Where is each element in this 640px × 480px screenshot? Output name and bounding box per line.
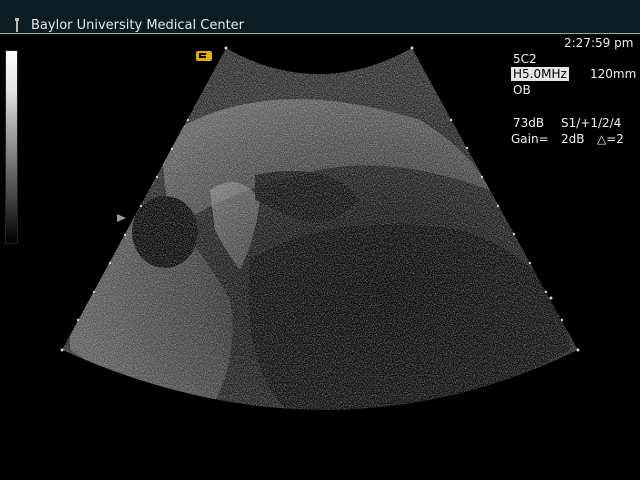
gain-label: Gain=: [511, 132, 549, 146]
depth-readout: 120mm: [590, 67, 637, 81]
delta-value: △=2: [597, 132, 624, 146]
persistence-readout: S1/+1/2/4: [561, 116, 622, 130]
institution-name: Baylor University Medical Center: [31, 18, 245, 33]
focal-zone-marker-icon: [117, 214, 126, 222]
exam-preset: OB: [513, 83, 531, 97]
dynamic-range-readout: 73dB: [513, 116, 545, 130]
probe-icon: [15, 18, 19, 32]
frequency-readout: H5.0MHz: [511, 67, 569, 81]
probe-model: 5C2: [513, 52, 537, 66]
ultrasound-screen: Baylor University Medical Center 2:27:59…: [0, 0, 640, 480]
orientation-marker-icon: [196, 51, 212, 61]
grayscale-bar: [5, 50, 18, 244]
gain-value: 2dB: [561, 132, 585, 146]
clock-time: 2:27:59 pm: [564, 36, 634, 50]
